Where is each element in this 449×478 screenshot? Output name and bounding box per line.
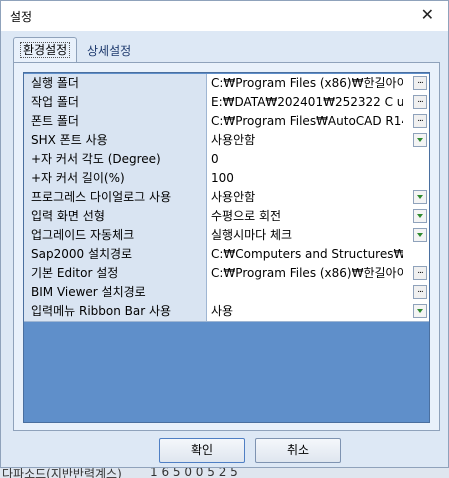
- property-value: C:₩Computers and Structures₩SAP: [211, 247, 403, 261]
- property-value: 실행시마다 체크: [211, 228, 293, 242]
- property-row[interactable]: +자 커서 각도 (Degree) 0: [24, 150, 429, 170]
- property-value-field[interactable]: C:₩Program Files (x86)₩한길아이E...: [207, 264, 429, 283]
- property-row[interactable]: 작업 폴더 E:₩DATA₩202401₩252322 C u-ty...: [24, 93, 429, 113]
- property-value: C:₩Program Files (x86)₩한길아이E: [211, 266, 403, 280]
- property-name: 기본 Editor 설정: [24, 264, 207, 283]
- property-row[interactable]: 실행 폴더 C:₩Program Files (x86)₩한길아이E...: [24, 74, 429, 94]
- property-name: SHX 폰트 사용: [24, 131, 207, 150]
- browse-button-label: ...: [417, 76, 424, 86]
- property-value-field[interactable]: 사용안함: [207, 131, 429, 150]
- property-row[interactable]: BIM Viewer 설치경로...: [24, 283, 429, 303]
- property-value-field[interactable]: E:₩DATA₩202401₩252322 C u-ty...: [207, 93, 429, 112]
- property-row[interactable]: Sap2000 설치경로 C:₩Computers and Structures₩…: [24, 245, 429, 265]
- background-app-text: 1 6 5 0 0 5 2 5: [150, 468, 238, 478]
- property-value-field[interactable]: ...: [207, 283, 429, 302]
- property-name: 폰트 폴더: [24, 112, 207, 131]
- browse-button[interactable]: ...: [413, 95, 427, 109]
- browse-button[interactable]: ...: [413, 76, 427, 90]
- property-row[interactable]: 업그레이드 자동체크 실행시마다 체크: [24, 226, 429, 246]
- property-value: C:₩Program Files₩AutoCAD R14₩I: [211, 114, 403, 128]
- background-app-bottom-strip: 다파소드(지반반력계스) 1 6 5 0 0 5 2 5: [0, 468, 449, 478]
- property-value: E:₩DATA₩202401₩252322 C u-ty: [211, 95, 403, 109]
- property-name: Sap2000 설치경로: [24, 245, 207, 264]
- property-name: 프로그레스 다이얼로그 사용: [24, 188, 207, 207]
- close-icon[interactable]: ✕: [421, 5, 434, 24]
- browse-button[interactable]: ...: [413, 266, 427, 280]
- property-name: BIM Viewer 설치경로: [24, 283, 207, 302]
- title-bar[interactable]: 설정 ✕: [1, 1, 448, 31]
- property-row[interactable]: 기본 Editor 설정 C:₩Program Files (x86)₩한길아이E…: [24, 264, 429, 284]
- property-row[interactable]: 폰트 폴더C:₩Program Files₩AutoCAD R14₩I...: [24, 112, 429, 132]
- browse-button[interactable]: ...: [413, 114, 427, 128]
- chevron-down-icon[interactable]: [413, 133, 427, 147]
- property-value-field[interactable]: 사용안함: [207, 188, 429, 207]
- tab-detail-settings[interactable]: 상세설정: [81, 41, 137, 61]
- browse-button-label: ...: [417, 95, 424, 105]
- property-name: +자 커서 각도 (Degree): [24, 150, 207, 169]
- browse-button-label: ...: [417, 266, 424, 276]
- cancel-button[interactable]: 취소: [255, 438, 341, 463]
- tab-label: 상세설정: [87, 44, 132, 58]
- property-value-field[interactable]: 실행시마다 체크: [207, 226, 429, 245]
- property-value-field[interactable]: C:₩Program Files₩AutoCAD R14₩I...: [207, 112, 429, 131]
- property-value-field[interactable]: 0: [207, 150, 429, 169]
- property-value: 사용안함: [211, 190, 256, 204]
- property-value-field[interactable]: 수평으로 회전: [207, 207, 429, 226]
- browse-button[interactable]: ...: [413, 285, 427, 299]
- property-value-field[interactable]: C:₩Computers and Structures₩SAP: [207, 245, 429, 264]
- chevron-down-icon[interactable]: [413, 228, 427, 242]
- chevron-down-icon[interactable]: [413, 209, 427, 223]
- property-value-field[interactable]: 100: [207, 169, 429, 188]
- property-row[interactable]: 입력메뉴 Ribbon Bar 사용 사용: [24, 302, 429, 322]
- property-name: +자 커서 길이(%): [24, 169, 207, 188]
- property-value: 사용안함: [211, 133, 256, 147]
- property-value-field[interactable]: 사용: [207, 302, 429, 321]
- property-row[interactable]: 프로그레스 다이얼로그 사용 사용안함: [24, 188, 429, 208]
- property-value: C:₩Program Files (x86)₩한길아이E: [211, 76, 403, 90]
- property-value: 수평으로 회전: [211, 209, 282, 223]
- property-name: 작업 폴더: [24, 93, 207, 112]
- property-row[interactable]: +자 커서 길이(%) 100: [24, 169, 429, 189]
- tab-panel: 실행 폴더 C:₩Program Files (x86)₩한길아이E... 작업 폴…: [13, 62, 440, 431]
- property-name: 입력메뉴 Ribbon Bar 사용: [24, 302, 207, 321]
- property-value: 사용: [211, 304, 234, 318]
- property-name: 실행 폴더: [24, 74, 207, 93]
- dialog-title: 설정: [10, 10, 33, 24]
- settings-dialog: 설정 ✕ 환경설정 상세설정 실행 폴더 C:₩Program Files (x8…: [0, 0, 449, 468]
- property-grid: 실행 폴더 C:₩Program Files (x86)₩한길아이E... 작업 폴…: [23, 72, 430, 423]
- property-value: 100: [211, 171, 234, 185]
- ok-button[interactable]: 확인: [159, 438, 245, 463]
- property-name: 입력 화면 선형: [24, 207, 207, 226]
- tab-environment-settings[interactable]: 환경설정: [13, 37, 78, 62]
- tab-label: 환경설정: [20, 42, 71, 58]
- property-name: 업그레이드 자동체크: [24, 226, 207, 245]
- background-app-text: 다파소드(지반반력계스): [2, 468, 122, 478]
- chevron-down-icon[interactable]: [413, 190, 427, 204]
- property-row[interactable]: 입력 화면 선형 수평으로 회전: [24, 207, 429, 227]
- browse-button-label: ...: [417, 285, 424, 295]
- property-value: 0: [211, 152, 219, 166]
- property-value-field[interactable]: C:₩Program Files (x86)₩한길아이E...: [207, 74, 429, 93]
- browse-button-label: ...: [417, 114, 424, 124]
- chevron-down-icon[interactable]: [413, 304, 427, 318]
- property-row[interactable]: SHX 폰트 사용 사용안함: [24, 131, 429, 151]
